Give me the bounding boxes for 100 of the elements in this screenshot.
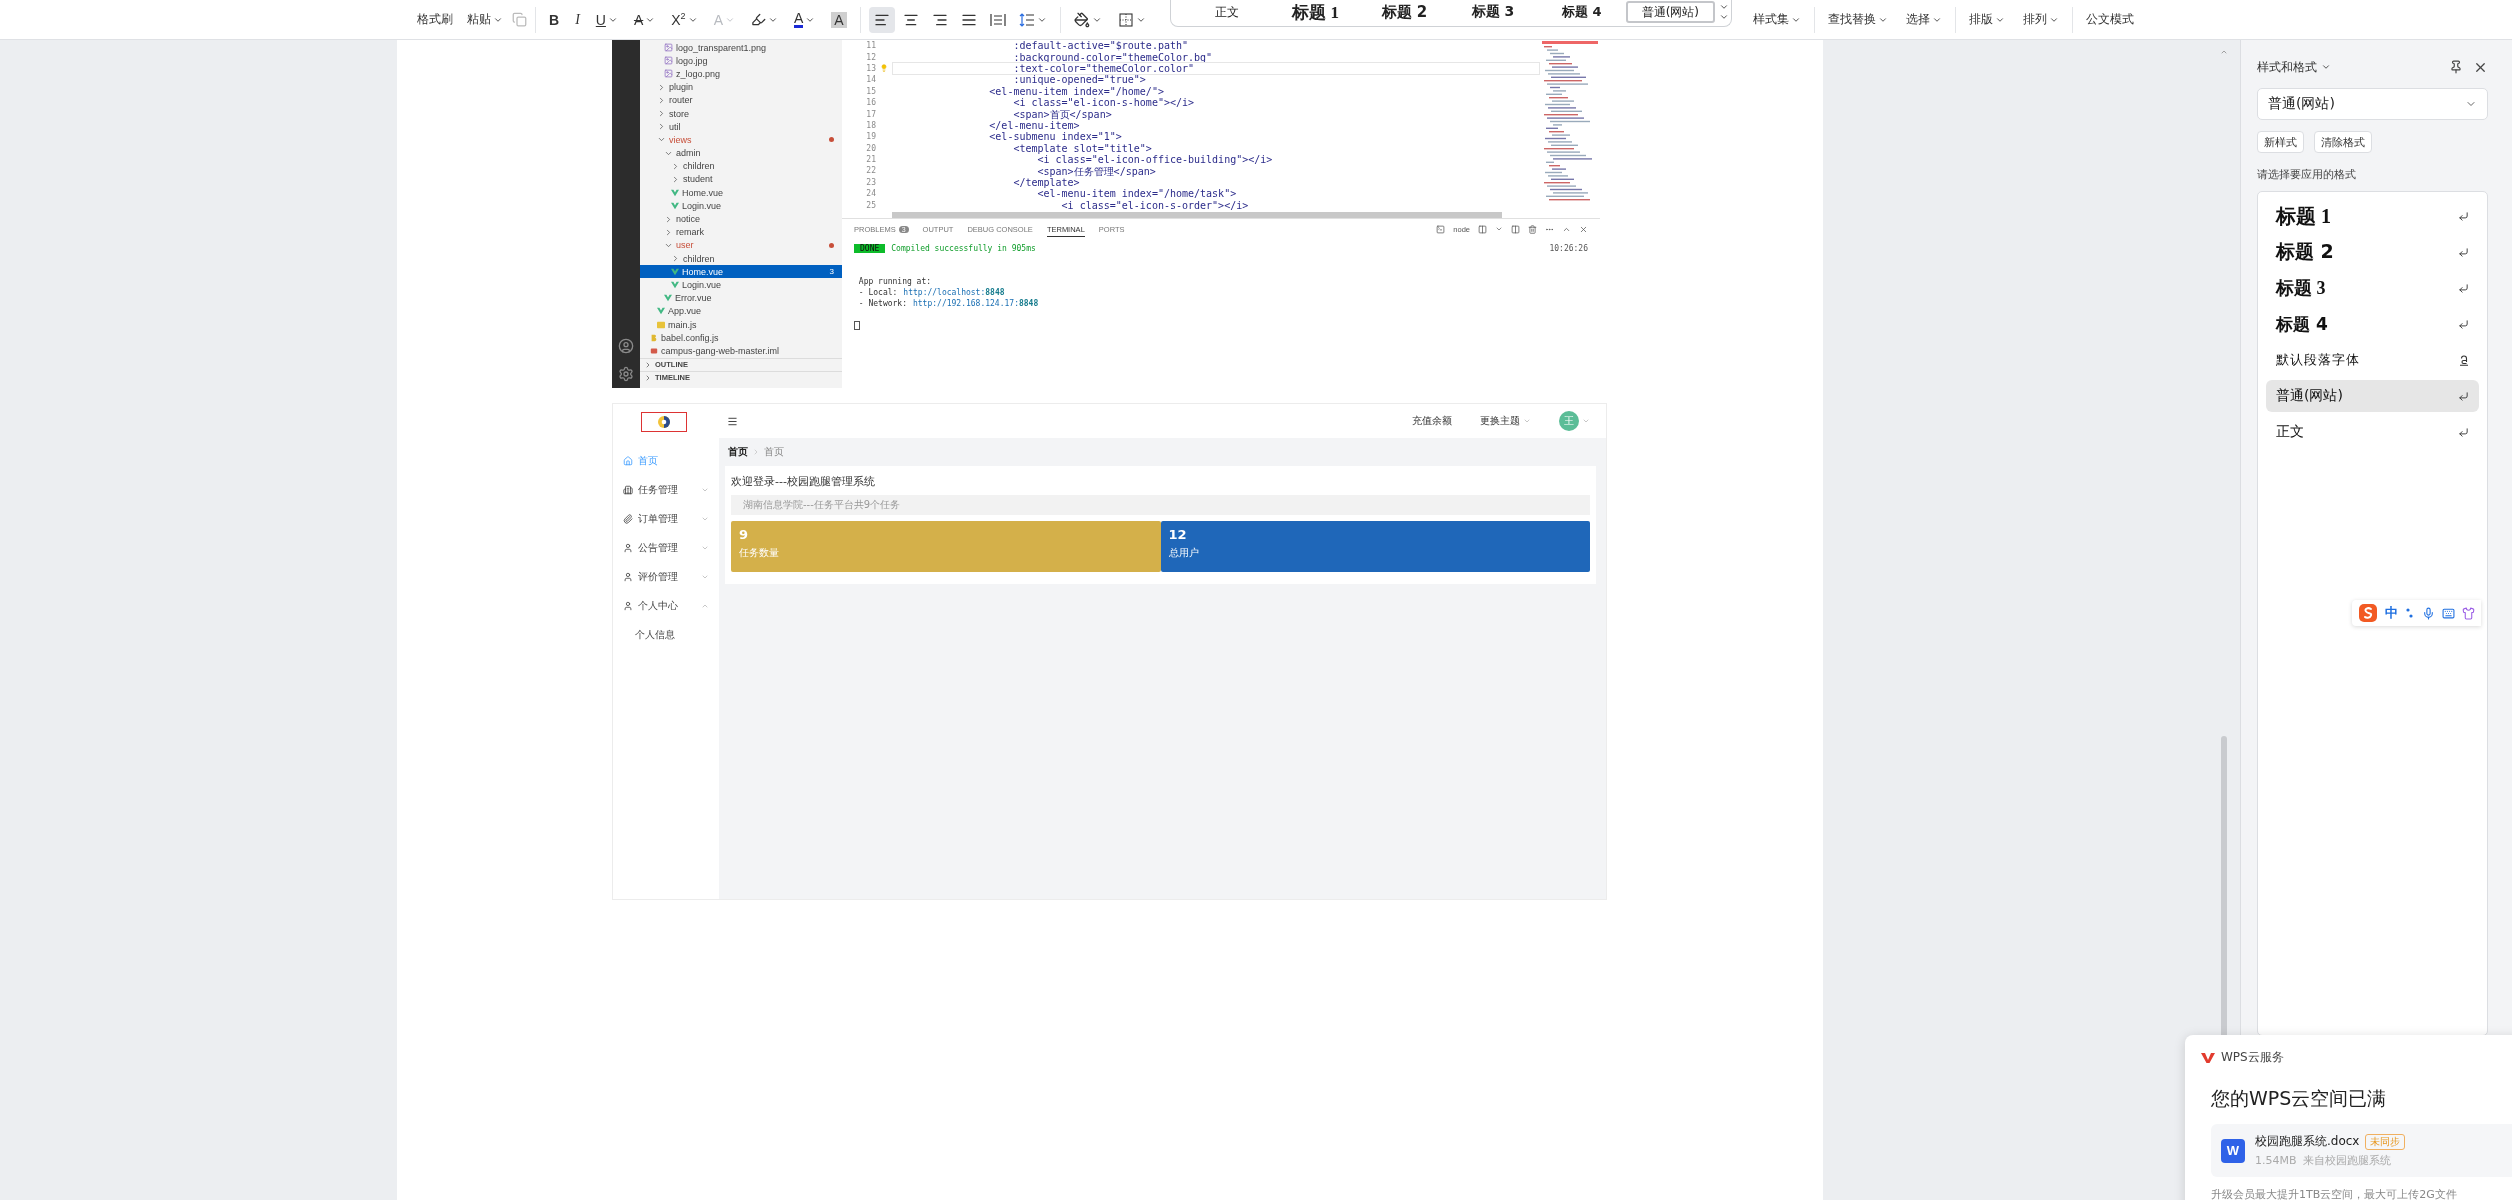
character-shading-button[interactable]: A — [826, 6, 852, 33]
file-tree-item[interactable]: user — [640, 238, 842, 252]
style-item[interactable]: 标题 1 — [2266, 200, 2479, 232]
style-item[interactable]: 正文 — [2266, 416, 2479, 448]
panel-menu-button[interactable]: 样式和格式 — [2257, 58, 2331, 76]
menu-icon[interactable] — [727, 415, 738, 427]
input-mode[interactable]: 中 — [2385, 604, 2398, 622]
url-link[interactable]: http://localhost:8848 — [903, 288, 1005, 297]
chevron-right-icon[interactable] — [657, 109, 666, 119]
file-tree-item[interactable]: Login.vue — [640, 278, 842, 292]
chevron-right-icon[interactable] — [657, 95, 666, 105]
file-tree-item[interactable]: App.vue — [640, 304, 842, 318]
chevron-right-icon[interactable] — [664, 214, 673, 224]
close-icon[interactable] — [1579, 224, 1588, 234]
file-name: plugin — [669, 82, 695, 93]
stat-label: 总用户 — [1168, 546, 1200, 560]
file-tree-item[interactable]: admin — [640, 146, 842, 160]
terminal-time: 10:26:26 — [1549, 244, 1588, 253]
breadcrumb-link[interactable]: 首页 — [728, 445, 748, 459]
style-item[interactable]: 标题 4 — [2266, 308, 2479, 340]
toolbar-button[interactable]: 样式集 — [1747, 6, 1806, 33]
style-item[interactable]: 普通(网站) — [2266, 380, 2479, 412]
superscript-button[interactable]: X$^{2}$ — [666, 6, 703, 33]
split-terminal-icon[interactable] — [1478, 224, 1487, 234]
panel-button[interactable]: 新样式 — [2257, 131, 2304, 153]
shirt-icon[interactable] — [2462, 606, 2475, 620]
file-tree-item[interactable]: main.js — [640, 317, 842, 332]
file-tree-item[interactable]: Home.vue — [640, 186, 842, 200]
chevron-right-icon[interactable] — [671, 161, 680, 171]
file-tree-item[interactable]: remark — [640, 225, 842, 239]
separator-icon — [752, 448, 760, 456]
style-item[interactable]: 标题 2 — [2266, 236, 2479, 268]
file-tree-item[interactable]: views — [640, 133, 842, 147]
toolbar-button[interactable]: 公文模式 — [2080, 6, 2139, 33]
file-tree-item[interactable]: store — [640, 106, 842, 121]
file-tree-item[interactable]: notice — [640, 212, 842, 226]
line-number: 21 — [865, 155, 876, 165]
toolbar-button[interactable]: 查找替换 — [1822, 6, 1893, 33]
caret-icon[interactable] — [1495, 225, 1503, 233]
file-tree-item[interactable]: children — [640, 159, 842, 173]
font-color-button[interactable]: A — [788, 6, 821, 33]
file-name: Login.vue — [682, 279, 723, 290]
chevron-right-icon[interactable] — [664, 227, 673, 237]
file-tree-item[interactable]: Error.vue — [640, 291, 842, 305]
more-styles-icon[interactable] — [1718, 12, 1729, 22]
toolbar-button[interactable]: 排列 — [2017, 6, 2064, 33]
style-item[interactable]: 默认段落字体 — [2266, 344, 2479, 376]
italic-button[interactable]: I — [570, 6, 585, 33]
image-file-icon — [664, 69, 673, 79]
microphone-icon[interactable] — [2422, 606, 2435, 620]
logo-icon[interactable] — [2358, 603, 2378, 623]
chevron-right-icon[interactable] — [671, 174, 680, 184]
file-tree-item[interactable]: campus-gang-web-master.iml — [640, 344, 842, 358]
toolbar-button[interactable]: 粘贴 — [462, 6, 508, 33]
chevron-right-icon[interactable] — [671, 254, 680, 264]
terminal-icon[interactable] — [1436, 224, 1446, 234]
file-tree-item[interactable]: plugin — [640, 80, 842, 94]
toolbar-button[interactable]: 排版 — [1963, 6, 2010, 33]
keyboard-icon[interactable] — [2442, 606, 2455, 620]
file-tree-item[interactable]: babel.config.js — [640, 331, 842, 345]
trash-icon[interactable] — [1528, 224, 1537, 234]
file-tree-item[interactable]: logo_transparent1.png — [640, 41, 842, 55]
file-size: 1.54MB — [2255, 1154, 2297, 1167]
toolbar-button[interactable]: 格式刷 — [412, 6, 458, 33]
file-tree-item[interactable]: student — [640, 172, 842, 187]
account-icon[interactable] — [618, 338, 634, 354]
underline-button[interactable]: U — [590, 6, 623, 33]
align-left-button[interactable] — [868, 6, 895, 33]
scroll-up-icon[interactable] — [2220, 48, 2228, 56]
file-tree-item[interactable]: logo.jpg — [640, 54, 842, 68]
copy-icon[interactable] — [512, 12, 527, 27]
toolbar-button[interactable]: 选择 — [1900, 6, 1947, 33]
scroll-down-icon[interactable] — [1718, 2, 1729, 12]
bold-button[interactable]: B — [544, 6, 565, 33]
line-spacing-icon — [1018, 11, 1035, 28]
punctuation-icon[interactable] — [2405, 607, 2415, 619]
file-tree-item[interactable]: Home.vue 3 — [640, 265, 842, 279]
file-tree-item[interactable]: router — [640, 93, 842, 107]
style-preset[interactable]: 普通(网站) — [1626, 1, 1715, 23]
file-tree-item[interactable]: Login.vue — [640, 199, 842, 213]
pin-icon[interactable] — [2449, 60, 2463, 74]
file-tree-item[interactable]: children — [640, 252, 842, 266]
chevron-right-icon[interactable] — [657, 82, 666, 92]
file-tree-item[interactable]: z_logo.png — [640, 67, 842, 81]
style-item[interactable]: 标题 3 — [2266, 272, 2479, 304]
file-name: 校园跑腿系统.docx — [2255, 1133, 2360, 1150]
layout-icon[interactable] — [1511, 224, 1520, 234]
horizontal-scrollbar[interactable] — [892, 212, 1502, 218]
panel-button[interactable]: 清除格式 — [2314, 131, 2372, 153]
url-link[interactable]: http://192.168.124.17:8848 — [913, 299, 1039, 308]
file-name: main.js — [668, 319, 698, 330]
strikethrough-button[interactable]: A — [628, 6, 661, 33]
header-link[interactable]: 更换主题 — [1474, 413, 1537, 429]
paint-bucket-icon — [1073, 11, 1090, 28]
chevron-right-icon[interactable] — [657, 122, 666, 132]
style-select[interactable]: 普通(网站) — [2257, 88, 2488, 120]
code-line: <el-submenu index="1"> — [988, 130, 1123, 144]
header-link[interactable]: 充值余额 — [1406, 413, 1458, 429]
settings-icon[interactable] — [618, 366, 634, 382]
file-tree-item[interactable]: util — [640, 120, 842, 134]
